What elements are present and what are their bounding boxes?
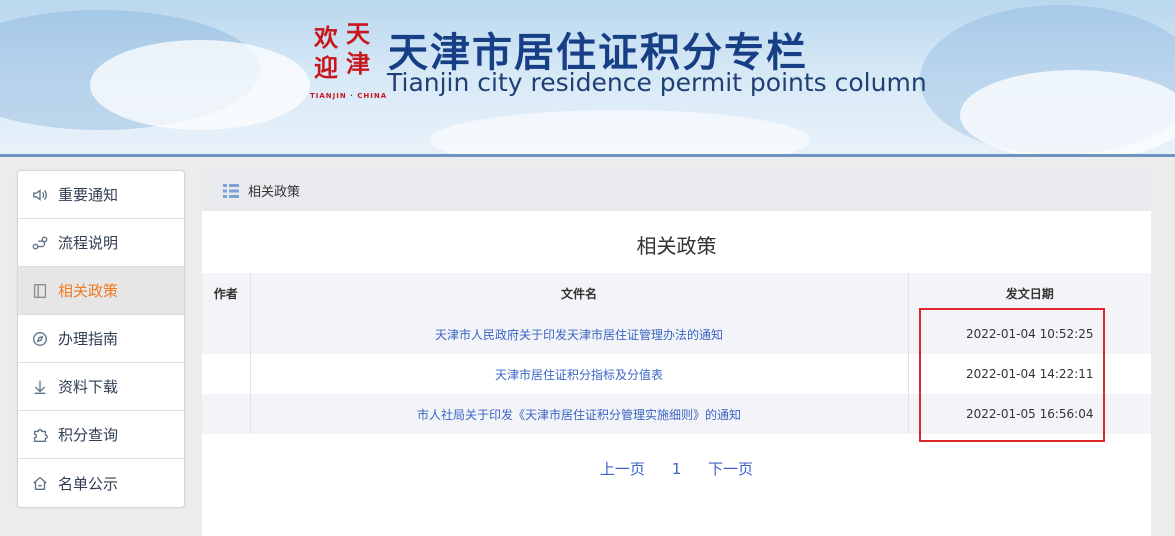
sidebar-item-public-list[interactable]: 名单公示 bbox=[18, 459, 184, 507]
pagination: 上一页 1 下一页 bbox=[202, 458, 1151, 479]
main-content: 相关政策 相关政策 作者 文件名 发文日期 天津市人民政府关于印发天津市居住证管… bbox=[202, 170, 1151, 536]
list-icon bbox=[222, 183, 240, 199]
prev-page-link[interactable]: 上一页 bbox=[600, 460, 645, 478]
tianjin-seal-logo: 欢 天 迎 津 bbox=[312, 22, 378, 90]
document-link[interactable]: 天津市居住证积分指标及分值表 bbox=[495, 368, 663, 382]
cloud-decoration bbox=[90, 40, 310, 130]
sidebar-item-label: 资料下载 bbox=[58, 378, 119, 396]
sidebar-item-label: 重要通知 bbox=[58, 186, 119, 204]
sidebar-nav: 重要通知 流程说明 相关政策 办理指南 资料下载 积分查询 名单公示 bbox=[17, 170, 185, 508]
column-header-author: 作者 bbox=[202, 273, 251, 314]
table-row: 市人社局关于印发《天津市居住证积分管理实施细则》的通知 2022-01-05 1… bbox=[202, 394, 1151, 434]
download-icon bbox=[30, 377, 50, 397]
cloud-decoration bbox=[960, 70, 1175, 157]
filename-cell: 天津市居住证积分指标及分值表 bbox=[250, 354, 909, 394]
sidebar-item-notices[interactable]: 重要通知 bbox=[18, 171, 184, 219]
header-banner: 欢 天 迎 津 TIANJIN · CHINA 天津市居住证积分专栏 Tianj… bbox=[0, 0, 1175, 157]
site-subtitle: Tianjin city residence permit points col… bbox=[387, 68, 927, 97]
sidebar-item-process[interactable]: 流程说明 bbox=[18, 219, 184, 267]
author-cell bbox=[202, 354, 251, 394]
seal-char: 天 bbox=[346, 19, 370, 48]
speaker-icon bbox=[30, 185, 50, 205]
table-row: 天津市人民政府关于印发天津市居住证管理办法的通知 2022-01-04 10:5… bbox=[202, 314, 1151, 354]
breadcrumb: 相关政策 bbox=[202, 170, 1151, 211]
table-header-row: 作者 文件名 发文日期 bbox=[202, 273, 1151, 314]
seal-char: 迎 bbox=[314, 53, 338, 82]
document-link[interactable]: 市人社局关于印发《天津市居住证积分管理实施细则》的通知 bbox=[417, 408, 741, 422]
house-icon bbox=[30, 473, 50, 493]
sidebar-item-label: 流程说明 bbox=[58, 234, 119, 252]
sidebar-item-policies[interactable]: 相关政策 bbox=[18, 267, 184, 315]
seal-char: 欢 bbox=[314, 23, 338, 52]
next-page-link[interactable]: 下一页 bbox=[708, 460, 753, 478]
seal-caption: TIANJIN · CHINA bbox=[310, 92, 388, 100]
document-icon bbox=[30, 281, 50, 301]
banner-divider bbox=[0, 154, 1175, 157]
date-cell: 2022-01-05 16:56:04 bbox=[908, 394, 1151, 434]
cloud-decoration bbox=[430, 110, 810, 157]
breadcrumb-label: 相关政策 bbox=[248, 185, 301, 200]
author-cell bbox=[202, 314, 251, 354]
sidebar-item-label: 名单公示 bbox=[58, 474, 119, 493]
document-link[interactable]: 天津市人民政府关于印发天津市居住证管理办法的通知 bbox=[435, 328, 723, 342]
sidebar-item-points-query[interactable]: 积分查询 bbox=[18, 411, 184, 459]
sidebar-item-guide[interactable]: 办理指南 bbox=[18, 315, 184, 363]
compass-icon bbox=[30, 329, 50, 349]
puzzle-icon bbox=[30, 425, 50, 445]
sidebar-item-label: 相关政策 bbox=[58, 282, 119, 300]
flow-icon bbox=[30, 233, 50, 253]
sidebar-item-downloads[interactable]: 资料下载 bbox=[18, 363, 184, 411]
date-cell: 2022-01-04 14:22:11 bbox=[908, 354, 1151, 394]
sidebar-item-label: 办理指南 bbox=[58, 330, 119, 348]
filename-cell: 天津市人民政府关于印发天津市居住证管理办法的通知 bbox=[250, 314, 909, 354]
seal-char: 津 bbox=[346, 49, 370, 78]
filename-cell: 市人社局关于印发《天津市居住证积分管理实施细则》的通知 bbox=[250, 394, 909, 434]
column-header-filename: 文件名 bbox=[250, 273, 909, 314]
table-row: 天津市居住证积分指标及分值表 2022-01-04 14:22:11 bbox=[202, 354, 1151, 394]
current-page-number[interactable]: 1 bbox=[672, 460, 682, 478]
sidebar-item-label: 积分查询 bbox=[58, 426, 119, 444]
policy-table: 作者 文件名 发文日期 天津市人民政府关于印发天津市居住证管理办法的通知 202… bbox=[202, 273, 1151, 434]
author-cell bbox=[202, 394, 251, 434]
date-cell: 2022-01-04 10:52:25 bbox=[908, 314, 1151, 354]
column-header-date: 发文日期 bbox=[908, 273, 1151, 314]
page-title: 相关政策 bbox=[636, 234, 717, 258]
